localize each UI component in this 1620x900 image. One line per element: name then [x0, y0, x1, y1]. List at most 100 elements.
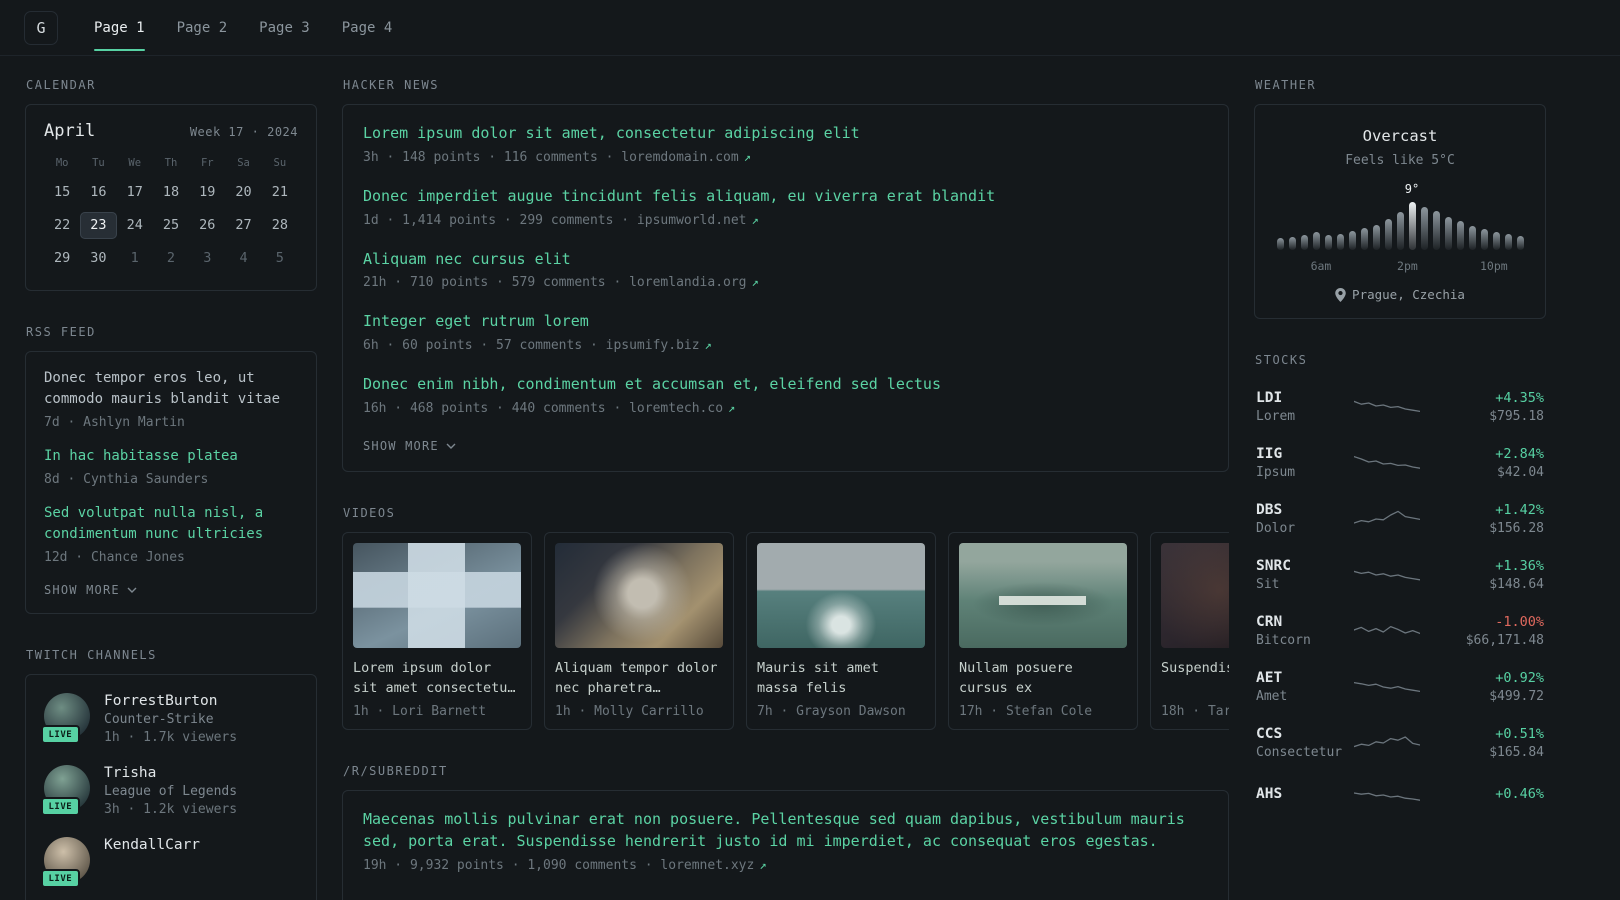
- stock-change: +0.51%: [1495, 726, 1544, 742]
- video-title: Suspendisse diam: [1161, 659, 1229, 676]
- video-title: Lorem ipsum dolor sit amet consectetu…: [353, 659, 516, 696]
- hn-item-link[interactable]: Aliquam nec cursus elit: [363, 249, 571, 271]
- avatar: LIVE: [41, 837, 90, 888]
- weather-bar: [1336, 233, 1344, 250]
- calendar-day: 22: [54, 217, 71, 233]
- stock-ticker: CCS: [1256, 726, 1283, 742]
- page-tab[interactable]: Page 2: [163, 12, 242, 44]
- page-tab[interactable]: Page 3: [245, 12, 324, 44]
- calendar-day: 19: [199, 184, 216, 200]
- stock-row[interactable]: AHS +0.46%: [1254, 771, 1546, 819]
- weather-bar-current: 9°: [1405, 182, 1419, 250]
- stock-ticker: AHS: [1256, 785, 1283, 802]
- stock-name: Lorem: [1256, 409, 1296, 424]
- avatar: LIVE: [41, 693, 90, 744]
- hn-item-link[interactable]: Donec enim nibh, condimentum et accumsan…: [363, 374, 941, 396]
- section-title-hackernews: HACKER NEWS: [343, 78, 439, 92]
- hn-item-meta: 16h · 468 points · 440 comments · loremt…: [363, 401, 1208, 416]
- stock-row[interactable]: CCS Consectetur +0.51% $165.84: [1254, 715, 1546, 771]
- calendar-month: April: [44, 121, 96, 141]
- video-card[interactable]: Mauris sit amet massa felis 7h · Grayson…: [746, 531, 936, 731]
- stock-row[interactable]: LDI Lorem +4.35% $795.18: [1254, 379, 1546, 435]
- stock-id: DBS Dolor: [1256, 502, 1354, 536]
- stock-row[interactable]: AET Amet +0.92% $499.72: [1254, 659, 1546, 715]
- stock-values: +4.35% $795.18: [1420, 390, 1544, 424]
- hn-item: Lorem ipsum dolor sit amet, consectetur …: [363, 123, 1208, 165]
- stock-sparkline: [1353, 450, 1421, 476]
- calendar-weekday: Tu: [92, 157, 105, 169]
- twitch-channel[interactable]: LIVE KendallCarr: [41, 837, 298, 888]
- rss-show-more-button[interactable]: SHOW MORE: [44, 581, 137, 599]
- calendar-day: 3: [203, 250, 212, 266]
- weather-bar: [1300, 234, 1308, 250]
- section-title-rss: RSS FEED: [26, 325, 96, 339]
- page-tab[interactable]: Page 1: [80, 12, 159, 51]
- right-column: WEATHER Overcast Feels like 5°C 9° 6am 2…: [1254, 78, 1546, 853]
- subreddit-item: Maecenas mollis pulvinar erat non posuer…: [363, 809, 1208, 873]
- calendar-day: 24: [126, 217, 143, 233]
- hn-item: Donec enim nibh, condimentum et accumsan…: [363, 374, 1208, 416]
- weather-widget: WEATHER Overcast Feels like 5°C 9° 6am 2…: [1254, 78, 1546, 319]
- hn-item-link[interactable]: Integer eget rutrum lorem: [363, 311, 589, 333]
- calendar-weekday: Su: [273, 157, 287, 169]
- stock-row[interactable]: CRN Bitcorn -1.00% $66,171.48: [1254, 603, 1546, 659]
- weather-bar: [1324, 235, 1332, 250]
- hn-meta-text: 3h · 148 points · 116 comments · loremdo…: [363, 149, 739, 165]
- calendar-header: April Week 17 · 2024: [44, 121, 298, 141]
- page-tab[interactable]: Page 4: [328, 12, 407, 44]
- hn-item-meta: 3h · 148 points · 116 comments · loremdo…: [363, 150, 1208, 165]
- twitch-channel[interactable]: LIVE Trisha League of Legends 3h · 1.2k …: [41, 765, 298, 817]
- video-card[interactable]: Suspendisse diam 18h · Tara: [1150, 531, 1229, 731]
- weather-bar: [1432, 210, 1440, 250]
- stock-values: +0.92% $499.72: [1420, 670, 1544, 704]
- video-card[interactable]: Lorem ipsum dolor sit amet consectetu… 1…: [342, 531, 532, 731]
- external-link-icon: ↗: [759, 857, 767, 872]
- show-more-label: SHOW MORE: [363, 438, 439, 453]
- stock-ticker: AET: [1256, 670, 1283, 686]
- weather-hours: 6am 2pm 10pm: [1277, 259, 1524, 273]
- video-card[interactable]: Nullam posuere cursus ex 17h · Stefan Co…: [948, 531, 1138, 731]
- stock-values: +0.46%: [1420, 786, 1544, 805]
- rss-item-link[interactable]: Donec tempor eros leo, ut commodo mauris…: [44, 368, 298, 410]
- live-badge: LIVE: [41, 725, 80, 744]
- section-title-twitch: TWITCH CHANNELS: [26, 648, 157, 662]
- video-card[interactable]: Aliquam tempor dolor nec pharetra… 1h · …: [544, 531, 734, 731]
- stock-sparkline: [1353, 506, 1421, 532]
- video-thumbnail: [353, 542, 521, 648]
- calendar-weekday: Fr: [200, 157, 214, 169]
- stock-row[interactable]: IIG Ipsum +2.84% $42.04: [1254, 435, 1546, 491]
- stock-id: CCS Consectetur: [1256, 726, 1354, 760]
- stock-row[interactable]: DBS Dolor +1.42% $156.28: [1254, 491, 1546, 547]
- calendar-day: 17: [126, 184, 143, 200]
- calendar-card: April Week 17 · 2024 Mo Tu We Th Fr Sa Su 15 16…: [25, 104, 317, 291]
- video-meta: 1h · Lori Barnett: [353, 704, 487, 720]
- stocks-widget: STOCKS LDI Lorem +4.35% $795.18 IIG Ipsu…: [1254, 353, 1546, 819]
- hn-item-meta: 1d · 1,414 points · 299 comments · ipsum…: [363, 213, 1208, 228]
- stock-id: SNRC Sit: [1256, 558, 1354, 592]
- channel-info: ForrestBurton Counter-Strike 1h · 1.7k v…: [104, 693, 237, 745]
- rss-item-link[interactable]: In hac habitasse platea: [44, 446, 238, 467]
- stock-change: +0.92%: [1495, 670, 1544, 686]
- weather-bar: [1288, 236, 1296, 250]
- hn-show-more-button[interactable]: SHOW MORE: [363, 437, 456, 455]
- channel-info: KendallCarr: [104, 837, 200, 856]
- stock-row[interactable]: SNRC Sit +1.36% $148.64: [1254, 547, 1546, 603]
- external-link-icon: ↗: [704, 338, 712, 352]
- rss-item-link[interactable]: Sed volutpat nulla nisl, a condimentum n…: [44, 503, 298, 545]
- hackernews-card: Lorem ipsum dolor sit amet, consectetur …: [342, 104, 1229, 472]
- stock-values: +1.36% $148.64: [1420, 558, 1544, 592]
- twitch-channel[interactable]: LIVE ForrestBurton Counter-Strike 1h · 1…: [41, 693, 298, 745]
- stock-change: +2.84%: [1495, 446, 1544, 462]
- hn-item-link[interactable]: Donec imperdiet augue tincidunt felis al…: [363, 186, 995, 208]
- weather-bar: [1504, 234, 1512, 250]
- hn-item-link[interactable]: Lorem ipsum dolor sit amet, consectetur …: [363, 123, 860, 145]
- video-meta: 17h · Stefan Cole: [959, 704, 1093, 720]
- stock-price: $499.72: [1489, 689, 1544, 704]
- subreddit-item-link[interactable]: Maecenas mollis pulvinar erat non posuer…: [363, 809, 1208, 853]
- section-title-videos: VIDEOS: [343, 505, 396, 520]
- channel-game: League of Legends: [104, 784, 238, 799]
- stock-id: CRN Bitcorn: [1256, 614, 1354, 648]
- calendar-day: 25: [162, 217, 180, 233]
- calendar-widget: CALENDAR April Week 17 · 2024 Mo Tu We Th Fr…: [25, 78, 317, 291]
- twitch-widget: TWITCH CHANNELS LIVE ForrestBurton Count…: [25, 648, 317, 900]
